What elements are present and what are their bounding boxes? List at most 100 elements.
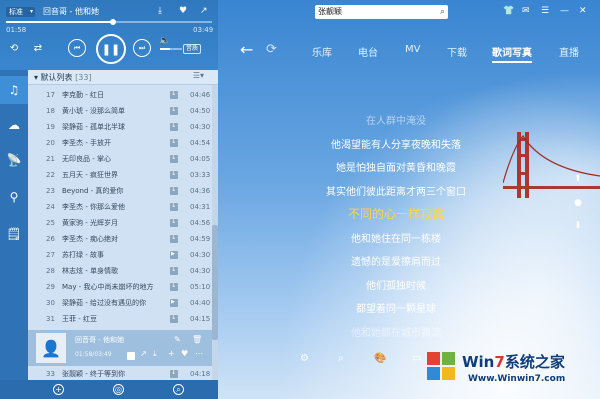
back-icon[interactable]: ← [240, 40, 253, 59]
list-item[interactable]: 23 Beyond - 真的爱你 04:36 [28, 182, 212, 199]
edit-icon[interactable]: ✎ [174, 335, 181, 344]
progress-bar[interactable] [6, 19, 212, 25]
progress-handle[interactable] [110, 19, 117, 25]
list-item[interactable]: 18 黄小琥 - 没那么简单 04:50 [28, 102, 212, 119]
pause-button[interactable]: ❚❚ [96, 34, 126, 64]
note-add-icon[interactable]: 🗒 [0, 220, 28, 248]
refresh-icon[interactable]: ⟳ [266, 42, 277, 57]
track-download-icon[interactable] [170, 214, 178, 230]
lyric-line: 遗憾的是爱擦肩而过 [351, 257, 441, 268]
watermark: Win7系统之家 Www.Winwin7.com [418, 346, 598, 396]
list-item[interactable]: 19 梁静茹 - 孤单北半球 04:30 [28, 118, 212, 135]
share-icon[interactable]: ↗ [200, 6, 208, 16]
cloud-icon[interactable]: ☁ [0, 111, 28, 139]
track-mv-icon[interactable] [170, 246, 178, 262]
list-item[interactable]: 31 王菲 - 红豆 04:15 [28, 310, 212, 327]
track-download-icon[interactable] [170, 198, 178, 214]
track-number: 22 [46, 171, 55, 179]
main-panel: 张靓颖 ⌕ 👕 ✉ ☰ — ✕ ← ⟳ 乐库 电台 MV 下载 歌词写真 直播 在… [218, 0, 600, 399]
track-mv-icon[interactable] [170, 294, 178, 310]
list-item[interactable]: 26 李圣杰 - 痴心绝对 04:59 [28, 230, 212, 247]
list-item[interactable]: 30 梁静茹 - 给过没有遇见的你 04:40 [28, 294, 212, 311]
total-time: 03:49 [193, 26, 214, 34]
loop-icon[interactable]: ⟲ [8, 42, 20, 54]
settings-icon[interactable]: ⚙ [300, 353, 309, 364]
track-download-icon[interactable] [170, 278, 178, 294]
quality-selector[interactable]: 标准 [6, 7, 35, 17]
share-song-icon[interactable]: ↗ [140, 349, 147, 358]
now-playing-row-time: 01:58/03:49 [75, 351, 112, 358]
player-bar: 标准 回音哥 - 他和她 ⤓ ♥ ↗ 01:58 03:49 ⟲ ⇄ ⏮ ❚❚ … [0, 0, 218, 70]
mail-icon[interactable]: ✉ [522, 6, 530, 16]
track-number: 23 [46, 187, 55, 195]
menu-icon[interactable]: ☰ [541, 6, 549, 16]
download-song-icon[interactable]: ⤓ [153, 349, 157, 359]
list-item[interactable]: 29 May - 我心中尚未崩坏的地方 05:10 [28, 278, 212, 295]
tab-mv[interactable]: MV [405, 44, 420, 55]
palette-icon[interactable]: 🎨 [374, 353, 386, 364]
list-item[interactable]: 28 林志炫 - 单身情歌 04:30 [28, 262, 212, 279]
playlist-header[interactable]: ▾ 默认列表 [33] ☰▾ [28, 70, 218, 85]
heart-icon[interactable]: ♥ [179, 6, 187, 16]
minimize-icon[interactable]: — [560, 6, 569, 16]
list-item[interactable]: 25 黄家驹 - 光辉岁月 04:56 [28, 214, 212, 231]
track-download-icon[interactable] [170, 166, 178, 182]
delete-icon[interactable]: 🗑 [192, 335, 202, 344]
list-item[interactable]: 24 李圣杰 - 你那么爱他 04:31 [28, 198, 212, 215]
track-duration: 04:46 [190, 91, 211, 99]
next-button[interactable]: ⏭ [133, 39, 151, 57]
add-icon[interactable]: + [168, 349, 175, 358]
track-download-icon[interactable] [170, 134, 178, 150]
tab-library[interactable]: 乐库 [312, 44, 332, 59]
track-number: 20 [46, 139, 55, 147]
list-item[interactable]: 21 无印良品 - 掌心 04:05 [28, 150, 212, 167]
volume-slider[interactable] [160, 48, 182, 50]
mv-icon[interactable] [127, 352, 135, 360]
track-download-icon[interactable] [170, 230, 178, 246]
lyric-position-icon[interactable]: ● [574, 198, 582, 208]
shuffle-icon[interactable]: ⇄ [32, 42, 44, 54]
list-menu-icon[interactable]: ☰▾ [193, 71, 204, 80]
volume-icon[interactable]: 🔈 [159, 36, 170, 46]
more-icon[interactable]: ⋯ [195, 349, 203, 358]
list-item[interactable]: 20 李圣杰 - 手放开 04:54 [28, 134, 212, 151]
music-icon[interactable]: ♫ [0, 76, 28, 104]
scroll-down-icon[interactable]: ⬇ [574, 221, 582, 231]
add-list-icon[interactable]: + [53, 384, 64, 395]
location-icon[interactable]: ⚲ [0, 183, 28, 211]
search-list-icon[interactable]: ⌕ [173, 384, 184, 395]
lyric-line: 都望着同一颗星球 [356, 304, 436, 315]
now-playing-row[interactable]: 👤 回音哥 - 他和她 01:58/03:49 ✎ 🗑 ↗ ⤓ + ♥ ⋯ [28, 330, 212, 366]
locate-icon[interactable]: ◎ [113, 384, 124, 395]
track-download-icon[interactable] [170, 118, 178, 134]
tab-radio[interactable]: 电台 [358, 44, 378, 59]
search-icon[interactable]: ⌕ [440, 5, 445, 19]
track-download-icon[interactable] [170, 86, 178, 102]
track-download-icon[interactable] [170, 150, 178, 166]
list-item[interactable]: 22 五月天 - 疯狂世界 03:33 [28, 166, 212, 183]
list-item[interactable]: 27 苏打绿 - 故事 04:30 [28, 246, 212, 263]
close-icon[interactable]: ✕ [579, 6, 587, 16]
track-title: 王菲 - 红豆 [62, 315, 97, 323]
tab-lyrics-photo[interactable]: 歌词写真 [492, 44, 532, 63]
track-download-icon[interactable] [170, 102, 178, 118]
lyric-search-icon[interactable]: ⌕ [338, 353, 344, 364]
radio-icon[interactable]: 📡 [0, 146, 28, 174]
download-icon[interactable]: ⤓ [158, 6, 162, 16]
list-item[interactable]: 17 李克勤 - 红日 04:46 [28, 86, 212, 103]
track-number: 30 [46, 299, 55, 307]
tab-download[interactable]: 下载 [447, 44, 467, 59]
scroll-up-icon[interactable]: ⬆ [574, 174, 582, 184]
prev-button[interactable]: ⏮ [68, 39, 86, 57]
track-title: 黄家驹 - 光辉岁月 [62, 219, 118, 227]
tab-live[interactable]: 直播 [559, 44, 579, 59]
track-download-icon[interactable] [170, 262, 178, 278]
skin-icon[interactable]: 👕 [503, 6, 514, 16]
track-download-icon[interactable] [170, 310, 178, 326]
track-download-icon[interactable] [170, 182, 178, 198]
sound-quality-badge[interactable]: 音质 [183, 44, 202, 54]
search-input[interactable]: 张靓颖 ⌕ [315, 5, 448, 19]
progress-fill [6, 21, 114, 23]
like-icon[interactable]: ♥ [181, 349, 188, 358]
track-download-icon[interactable] [170, 365, 178, 381]
